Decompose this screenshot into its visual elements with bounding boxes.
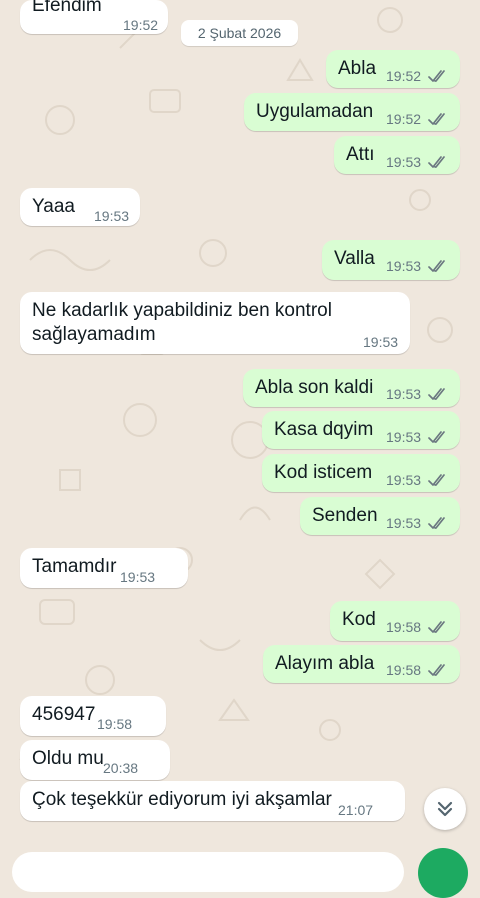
message-text: Oldu mu bbox=[32, 748, 104, 769]
message-time: 21:07 bbox=[338, 802, 374, 818]
double-check-icon bbox=[428, 388, 445, 400]
message-text: Ne kadarlık yapabildiniz ben kontrol sağ… bbox=[32, 300, 332, 345]
message-time: 19:52 bbox=[386, 68, 422, 84]
outgoing-message[interactable]: Kod 19:58 bbox=[330, 601, 460, 641]
message-time: 19:58 bbox=[386, 662, 422, 678]
message-text: Senden bbox=[312, 505, 378, 526]
double-check-icon bbox=[428, 260, 445, 272]
message-time: 19:58 bbox=[386, 619, 422, 635]
message-input[interactable] bbox=[12, 852, 404, 892]
message-text: Alayım abla bbox=[275, 653, 375, 674]
outgoing-message[interactable]: Abla son kaldi 19:53 bbox=[243, 369, 460, 407]
message-text: Yaaa bbox=[32, 196, 75, 217]
double-check-icon bbox=[428, 156, 445, 168]
message-text: Tamamdır bbox=[32, 556, 117, 577]
message-time: 20:38 bbox=[103, 760, 139, 776]
incoming-message[interactable]: Yaaa 19:53 bbox=[20, 188, 140, 226]
incoming-message[interactable]: Çok teşekkür ediyorum iyi akşamlar 21:07 bbox=[20, 781, 405, 821]
double-check-icon bbox=[428, 621, 445, 633]
message-time: 19:53 bbox=[386, 515, 422, 531]
outgoing-message[interactable]: Kod isticem 19:53 bbox=[262, 454, 460, 492]
double-check-icon bbox=[428, 664, 445, 676]
message-time: 19:53 bbox=[386, 386, 422, 402]
message-text: Çok teşekkür ediyorum iyi akşamlar bbox=[32, 789, 332, 810]
message-text: Abla bbox=[338, 58, 377, 79]
message-time: 19:53 bbox=[386, 472, 422, 488]
message-time: 19:53 bbox=[120, 569, 156, 585]
double-check-icon bbox=[428, 113, 445, 125]
incoming-message[interactable]: 456947 19:58 bbox=[20, 696, 166, 736]
outgoing-message[interactable]: Alayım abla 19:58 bbox=[263, 645, 460, 683]
message-text: Attı bbox=[346, 144, 375, 165]
date-separator: 2 Şubat 2026 bbox=[181, 20, 298, 46]
outgoing-message[interactable]: Kasa dqyim 19:53 bbox=[262, 411, 460, 449]
double-check-icon bbox=[428, 431, 445, 443]
message-time: 19:53 bbox=[386, 258, 422, 274]
message-time: 19:53 bbox=[386, 154, 422, 170]
outgoing-message[interactable]: Valla 19:53 bbox=[322, 240, 460, 280]
composer-bar bbox=[0, 838, 480, 898]
double-check-icon bbox=[428, 70, 445, 82]
message-time: 19:53 bbox=[94, 208, 130, 224]
message-time: 19:52 bbox=[123, 17, 159, 33]
incoming-message[interactable]: Ne kadarlık yapabildiniz ben kontrol sağ… bbox=[20, 292, 410, 354]
outgoing-message[interactable]: Senden 19:53 bbox=[300, 497, 460, 535]
message-time: 19:52 bbox=[386, 111, 422, 127]
mic-button[interactable] bbox=[418, 848, 468, 898]
message-text: 456947 bbox=[32, 704, 96, 725]
message-text: Valla bbox=[334, 248, 375, 269]
outgoing-message[interactable]: Attı 19:53 bbox=[334, 136, 460, 174]
double-check-icon bbox=[428, 474, 445, 486]
message-time: 19:53 bbox=[386, 429, 422, 445]
outgoing-message[interactable]: Abla 19:52 bbox=[326, 50, 460, 88]
message-text: Kasa dqyim bbox=[274, 419, 374, 440]
incoming-message[interactable]: Tamamdır 19:53 bbox=[20, 548, 188, 588]
message-text: Uygulamadan bbox=[256, 101, 374, 122]
incoming-message[interactable]: Oldu mu 20:38 bbox=[20, 740, 170, 780]
message-time: 19:58 bbox=[97, 716, 133, 732]
scroll-to-bottom-button[interactable] bbox=[424, 788, 466, 830]
incoming-message[interactable]: Efendim 19:52 bbox=[20, 0, 168, 34]
double-check-icon bbox=[428, 517, 445, 529]
message-time: 19:53 bbox=[363, 334, 399, 350]
message-text: Efendim bbox=[32, 0, 102, 16]
message-text: Kod bbox=[342, 609, 376, 630]
message-text: Abla son kaldi bbox=[255, 377, 374, 398]
outgoing-message[interactable]: Uygulamadan 19:52 bbox=[244, 93, 460, 131]
message-text: Kod isticem bbox=[274, 462, 373, 483]
double-chevron-down-icon bbox=[437, 801, 453, 817]
